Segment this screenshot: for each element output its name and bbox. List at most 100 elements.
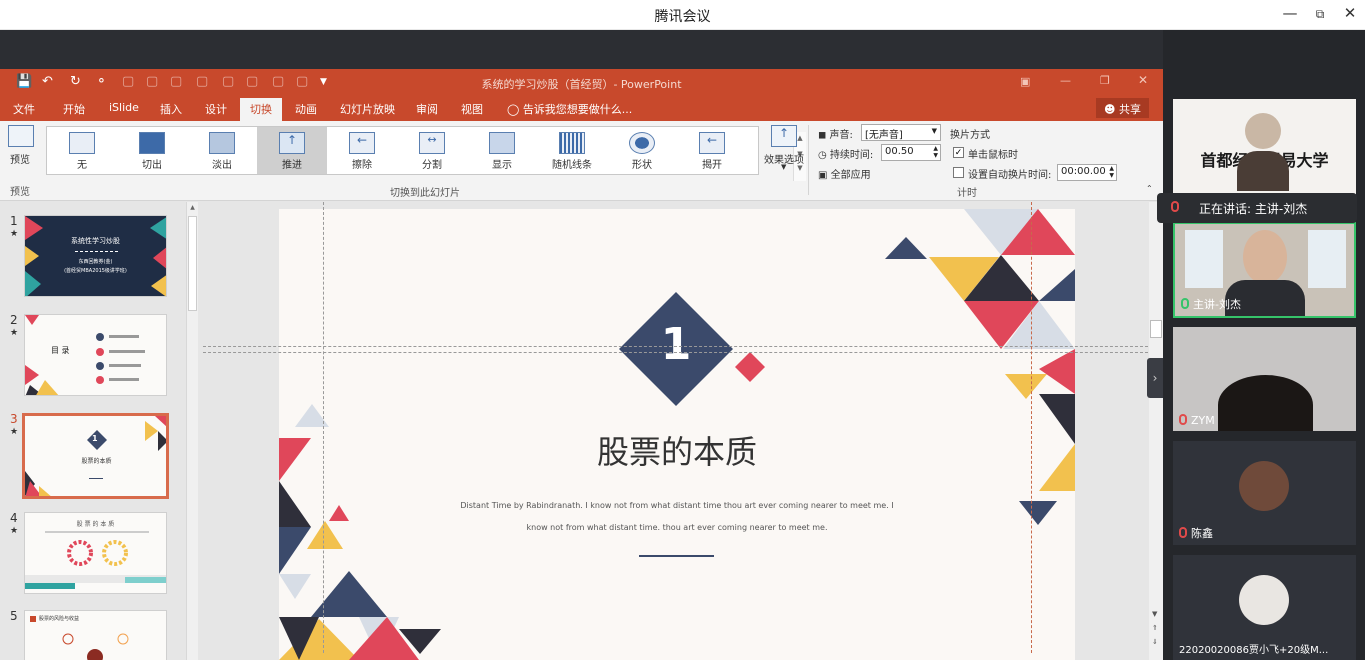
horizontal-guide[interactable]: [203, 352, 1148, 353]
restore-icon[interactable]: ⧉: [1310, 7, 1330, 22]
ribbon-display-icon[interactable]: ▣: [1020, 75, 1030, 88]
slide-canvas[interactable]: 1 股票的本质 Distant Time by Rabindranath. I …: [279, 209, 1075, 660]
tab-file[interactable]: 文件: [13, 101, 35, 117]
transition-label: 显示: [492, 160, 512, 171]
tab-slideshow[interactable]: 幻灯片放映: [340, 101, 395, 117]
transition-split[interactable]: ↔ 分割: [397, 127, 467, 174]
previous-slide-icon[interactable]: ⇑: [1152, 624, 1158, 632]
person-icon: ☻: [1104, 103, 1119, 116]
participant-tile-1[interactable]: 首都经济贸易大学: [1173, 99, 1356, 203]
tell-me-box[interactable]: ◯ 告诉我您想要做什么...: [507, 101, 632, 117]
transition-random-bars[interactable]: 随机线条: [537, 127, 607, 174]
transition-shape[interactable]: 形状: [607, 127, 677, 174]
slide-body-line1[interactable]: Distant Time by Rabindranath. I know not…: [279, 501, 1075, 510]
animation-star-icon: ★: [10, 229, 19, 239]
transition-label: 擦除: [352, 160, 372, 171]
slide-thumbnail-5[interactable]: 股票的风险与收益: [24, 610, 167, 660]
collapse-ribbon-icon[interactable]: ⌃: [1146, 184, 1153, 193]
participant-tile-5[interactable]: 22020020086贾小飞+20级M...: [1173, 555, 1356, 660]
transition-uncover[interactable]: ← 揭开: [677, 127, 747, 174]
apply-all-button[interactable]: ▣ 全部应用: [818, 166, 871, 181]
split-arrows-icon: ↔: [419, 132, 445, 154]
duration-input[interactable]: 00.50 ▲ ▼: [881, 144, 941, 161]
effect-options-icon[interactable]: ↑: [771, 125, 797, 147]
scroll-down-icon[interactable]: ▼: [1152, 610, 1157, 618]
ppt-close-icon[interactable]: ✕: [1138, 73, 1148, 87]
transition-cut[interactable]: 切出: [117, 127, 187, 174]
next-slide-icon[interactable]: ⇓: [1152, 638, 1158, 646]
slide-thumbnail-4[interactable]: 股 票 的 本 质: [24, 512, 167, 594]
thumbnails-scrollbar[interactable]: ▲: [186, 202, 198, 660]
after-checkbox[interactable]: [953, 167, 964, 178]
slide-title[interactable]: 股票的本质: [279, 427, 1075, 473]
vertical-guide[interactable]: [1031, 202, 1032, 653]
transition-reveal[interactable]: 显示: [467, 127, 537, 174]
sound-select[interactable]: [无声音] ▼: [861, 124, 941, 141]
slide-body-line2[interactable]: know not from what distant time. thou ar…: [279, 523, 1075, 532]
tab-review[interactable]: 审阅: [416, 101, 438, 117]
microphone-muted-icon: [1179, 527, 1187, 538]
tell-me-text: 告诉我您想要做什么...: [522, 103, 633, 116]
ribbon-tabs: 文件 开始 iSlide 插入 设计 切换 动画 幻灯片放映 审阅 视图 ◯ 告…: [0, 96, 1163, 121]
tab-insert[interactable]: 插入: [160, 101, 182, 117]
shape-circle-icon: [629, 132, 655, 154]
ppt-minimize-icon[interactable]: —: [1060, 74, 1071, 87]
preview-button[interactable]: 预览: [10, 151, 30, 166]
collapse-sidebar-button[interactable]: ›: [1147, 358, 1163, 398]
minimize-icon[interactable]: —: [1280, 4, 1300, 22]
thumb2-decoration: [25, 315, 145, 395]
vertical-guide[interactable]: [323, 202, 324, 653]
slide-editor: 1 股票的本质 Distant Time by Rabindranath. I …: [203, 202, 1148, 660]
tab-islide[interactable]: iSlide: [109, 101, 139, 114]
transition-none-icon: [69, 132, 95, 154]
share-screen-bar: [0, 30, 1163, 69]
tab-home[interactable]: 开始: [63, 101, 85, 117]
transition-push[interactable]: ↑ 推进: [257, 127, 327, 174]
participant-tile-2[interactable]: 主讲-刘杰: [1173, 222, 1356, 318]
spinner-icon[interactable]: ▲ ▼: [933, 145, 938, 159]
scroll-thumb[interactable]: [188, 216, 197, 311]
tab-design[interactable]: 设计: [205, 101, 227, 117]
scroll-thumb[interactable]: [1150, 320, 1162, 338]
presenter-avatar: [1245, 113, 1281, 149]
wipe-arrow-icon: ←: [349, 132, 375, 154]
transition-none[interactable]: 无: [47, 127, 117, 174]
slide-thumbnail-3[interactable]: 1 股票的本质: [22, 413, 169, 499]
on-click-checkbox[interactable]: ✓: [953, 147, 964, 158]
tab-view[interactable]: 视图: [461, 101, 483, 117]
thumb-title: 目 录: [51, 346, 70, 355]
apply-all-icon: ▣: [818, 170, 831, 181]
after-label: 设置自动换片时间:: [968, 170, 1052, 181]
horizontal-guide[interactable]: [203, 346, 1148, 347]
transition-cut-icon: [139, 132, 165, 154]
effect-options-dropdown-icon[interactable]: ▼: [781, 163, 786, 171]
participant-tile-4[interactable]: 陈鑫: [1173, 441, 1356, 545]
slide-scrollbar[interactable]: ▼ ⇑ ⇓: [1149, 202, 1163, 660]
transition-label: 揭开: [702, 160, 722, 171]
apply-all-label: 全部应用: [830, 170, 871, 181]
avatar: [1239, 461, 1289, 511]
participant-tile-3[interactable]: ZYM: [1173, 327, 1356, 431]
speaking-label: 正在讲话: 主讲-刘杰: [1199, 202, 1308, 216]
thumb-title: 股票的本质: [81, 458, 112, 465]
participant-name: 陈鑫: [1179, 525, 1213, 541]
after-time-input[interactable]: 00:00.00 ▲ ▼: [1057, 164, 1117, 181]
slide-thumbnail-2[interactable]: 目 录: [24, 314, 167, 396]
thumb-number: 3: [10, 412, 18, 426]
tab-transitions[interactable]: 切换: [240, 98, 282, 121]
preview-icon[interactable]: [8, 125, 34, 147]
ppt-restore-icon[interactable]: ❐: [1100, 74, 1110, 87]
transition-reveal-icon: [489, 132, 515, 154]
after-time-value: 00:00.00: [1061, 166, 1106, 177]
background-poster: [1308, 230, 1346, 288]
tab-animations[interactable]: 动画: [295, 101, 317, 117]
spinner-icon[interactable]: ▲ ▼: [1109, 165, 1114, 179]
participant-name-text: ZYM: [1191, 414, 1215, 427]
close-icon[interactable]: ✕: [1340, 4, 1360, 22]
scroll-up-icon[interactable]: ▲: [187, 204, 198, 211]
share-button[interactable]: ☻ 共享: [1096, 98, 1149, 118]
transition-fade[interactable]: 淡出: [187, 127, 257, 174]
slide-thumbnail-1[interactable]: 系统性学习炒股 东西回教券(金) (首经贸MBA2015级讲学班): [24, 215, 167, 297]
transition-wipe[interactable]: ← 擦除: [327, 127, 397, 174]
transitions-group-label: 切换到此幻灯片: [390, 188, 460, 199]
